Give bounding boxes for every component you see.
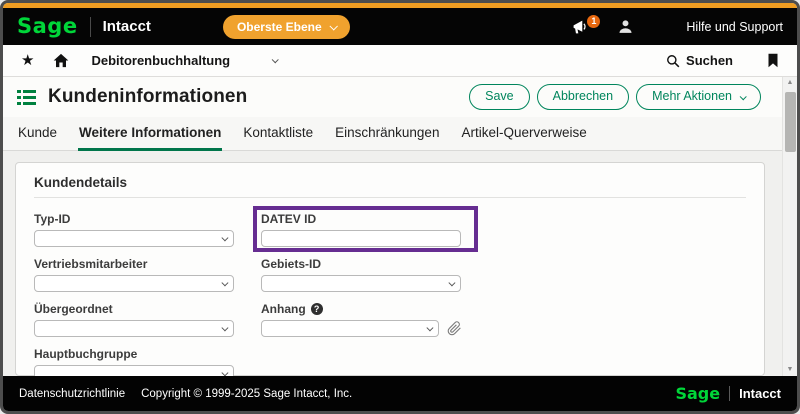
form-column-left: Typ-ID Vertriebsmitarbeiter Übergeordnet: [34, 212, 234, 392]
chevron-down-icon: [426, 325, 432, 331]
anhang-select[interactable]: [261, 320, 439, 337]
search-icon: [666, 54, 680, 68]
module-dropdown[interactable]: Debitorenbuchhaltung: [91, 53, 277, 68]
field-vertriebsmitarbeiter: Vertriebsmitarbeiter: [34, 257, 234, 292]
entity-selector-label: Oberste Ebene: [237, 20, 322, 34]
cancel-button[interactable]: Abbrechen: [537, 84, 629, 110]
search-button[interactable]: Suchen: [666, 53, 733, 68]
paperclip-icon[interactable]: [447, 321, 462, 336]
form-grid: Typ-ID Vertriebsmitarbeiter Übergeordnet: [34, 212, 746, 392]
datev-id-input[interactable]: [261, 230, 461, 247]
product-name: Intacct: [103, 18, 151, 35]
module-dropdown-label: Debitorenbuchhaltung: [91, 53, 230, 68]
field-label: Typ-ID: [34, 212, 234, 226]
chevron-down-icon: [221, 235, 227, 241]
chevron-down-icon: [329, 22, 337, 30]
chevron-down-icon: [272, 56, 279, 63]
section-title: Kundendetails: [34, 175, 746, 198]
record-list-icon[interactable]: [17, 90, 36, 105]
vertriebsmitarbeiter-select[interactable]: [34, 275, 234, 292]
page-title: Kundeninformationen: [48, 86, 247, 108]
field-label: Hauptbuchgruppe: [34, 347, 234, 361]
search-label: Suchen: [686, 53, 733, 68]
favorites-star-icon[interactable]: ★: [21, 53, 34, 68]
topbar: Sage Intacct Oberste Ebene 1: [3, 8, 797, 45]
sage-logo-footer: Sage: [675, 384, 720, 403]
topbar-right: 1 Hilfe und Support: [572, 18, 783, 35]
chevron-down-icon: [740, 93, 747, 100]
scrollbar-down-arrow[interactable]: ▼: [787, 364, 794, 376]
header-actions: Save Abbrechen Mehr Aktionen: [469, 84, 761, 110]
typ-id-select[interactable]: [34, 230, 234, 247]
person-icon: [617, 18, 634, 35]
save-button[interactable]: Save: [469, 84, 530, 110]
field-label: DATEV ID: [261, 212, 461, 226]
chevron-down-icon: [221, 280, 227, 286]
footer-brand: Sage Intacct: [675, 384, 781, 403]
app-window: Sage Intacct Oberste Ebene 1: [0, 0, 800, 414]
form-column-right: DATEV ID Gebiets-ID Anhang ?: [261, 212, 461, 392]
privacy-policy-link[interactable]: Datenschutzrichtlinie: [19, 388, 125, 400]
customer-details-card: Kundendetails Typ-ID Vertriebsmitarbeite…: [15, 162, 765, 376]
field-label: Vertriebsmitarbeiter: [34, 257, 234, 271]
navbar-right: Suchen: [666, 53, 779, 68]
tab-weitere-informationen[interactable]: Weitere Informationen: [78, 117, 222, 151]
tab-bar: Kunde Weitere Informationen Kontaktliste…: [3, 117, 797, 151]
tab-kunde[interactable]: Kunde: [17, 117, 58, 151]
user-account-button[interactable]: [617, 18, 634, 35]
field-anhang: Anhang ?: [261, 302, 461, 337]
chevron-down-icon: [221, 325, 227, 331]
field-label: Anhang ?: [261, 302, 461, 316]
vertical-scrollbar[interactable]: ▲ ▼: [782, 77, 797, 376]
bookmark-icon: [767, 53, 779, 68]
navbar: ★ Debitorenbuchhaltung Suchen: [3, 45, 797, 77]
home-icon: [53, 53, 69, 68]
field-typ-id: Typ-ID: [34, 212, 234, 247]
gebiets-id-select[interactable]: [261, 275, 461, 292]
chevron-down-icon: [448, 280, 454, 286]
field-gebiets-id: Gebiets-ID: [261, 257, 461, 292]
scrollbar-thumb[interactable]: [785, 92, 796, 152]
sage-logo: Sage: [17, 16, 78, 37]
notification-badge: 1: [587, 15, 600, 28]
footer-logo-divider: [729, 386, 730, 401]
field-uebergeordnet: Übergeordnet: [34, 302, 234, 337]
help-icon[interactable]: ?: [311, 303, 323, 315]
more-actions-button[interactable]: Mehr Aktionen: [636, 84, 761, 110]
footer: Datenschutzrichtlinie Copyright © 1999-2…: [3, 376, 797, 411]
scrollbar-up-arrow[interactable]: ▲: [787, 77, 794, 89]
content-area: Kundendetails Typ-ID Vertriebsmitarbeite…: [3, 151, 797, 376]
field-datev-id: DATEV ID: [261, 212, 461, 247]
help-support-link[interactable]: Hilfe und Support: [686, 20, 783, 34]
copyright-text: Copyright © 1999-2025 Sage Intacct, Inc.: [141, 388, 352, 400]
tab-einschraenkungen[interactable]: Einschränkungen: [334, 117, 440, 151]
home-button[interactable]: [53, 53, 69, 68]
tab-artikel-querverweise[interactable]: Artikel-Querverweise: [460, 117, 587, 151]
page-header: Kundeninformationen Save Abbrechen Mehr …: [3, 77, 797, 117]
field-label: Gebiets-ID: [261, 257, 461, 271]
notifications-button[interactable]: 1: [572, 19, 591, 35]
tab-kontaktliste[interactable]: Kontaktliste: [242, 117, 314, 151]
field-label: Übergeordnet: [34, 302, 234, 316]
bookmark-button[interactable]: [767, 53, 779, 68]
footer-product-name: Intacct: [739, 386, 781, 401]
logo-divider: [90, 17, 91, 37]
entity-selector-button[interactable]: Oberste Ebene: [223, 15, 350, 39]
uebergeordnet-select[interactable]: [34, 320, 234, 337]
